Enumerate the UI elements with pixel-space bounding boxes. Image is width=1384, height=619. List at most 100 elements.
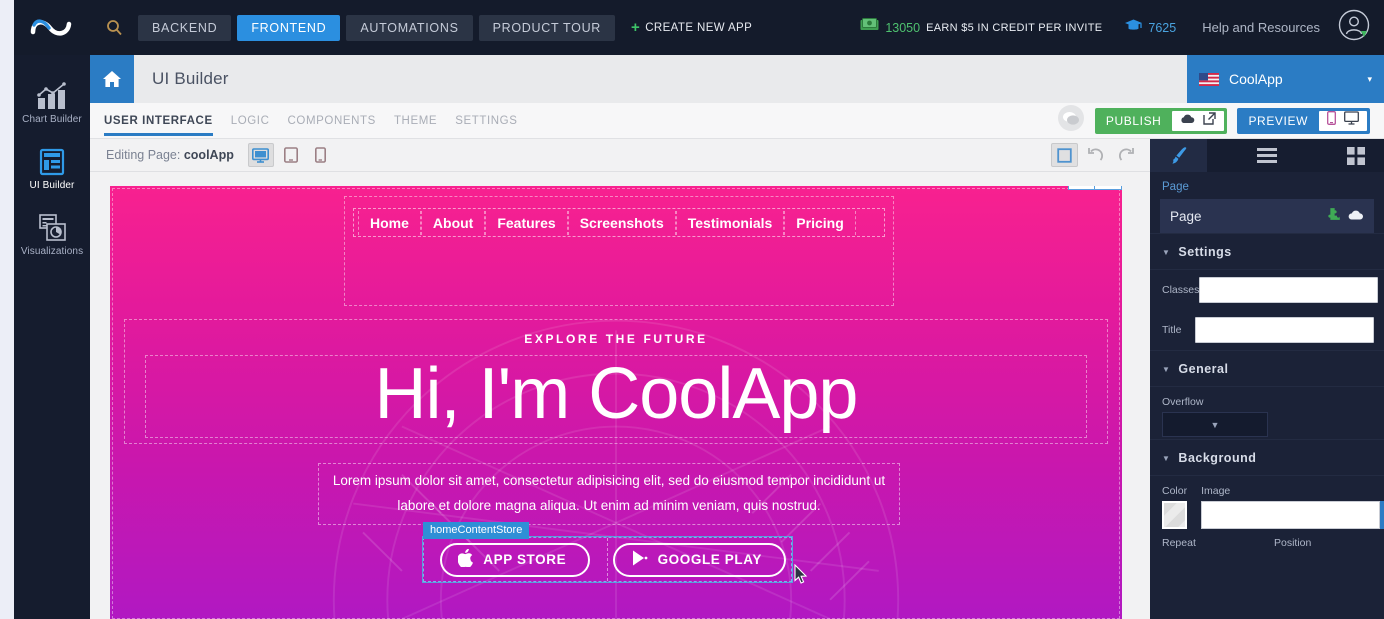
device-desktop-button[interactable] (247, 143, 274, 167)
puzzle-piece-icon[interactable] (1068, 186, 1095, 190)
redo-icon[interactable] (1113, 143, 1140, 167)
nav-link-pricing[interactable]: Pricing (784, 210, 856, 235)
sidebar-item-visualizations[interactable]: Visualizations (14, 201, 90, 267)
external-link-icon[interactable] (1203, 111, 1217, 130)
chart-builder-icon (16, 81, 88, 111)
tab-settings[interactable]: SETTINGS (455, 115, 517, 136)
chevron-down-icon: ▼ (1210, 419, 1220, 430)
image-input-row: ••• (1201, 501, 1384, 529)
section-background-title: Background (1178, 451, 1257, 465)
panel-toolbar (1150, 139, 1384, 172)
position-label: Position (1274, 537, 1312, 549)
grid-squares-icon[interactable] (1327, 139, 1384, 172)
color-label: Color (1162, 485, 1188, 497)
google-play-button[interactable]: GOOGLE PLAY (612, 542, 786, 577)
graduation-cap-icon (1124, 18, 1143, 38)
desktop-icon[interactable] (1344, 111, 1359, 130)
hero-title-container[interactable]: Hi, I'm CoolApp (145, 355, 1087, 439)
device-tablet-button[interactable] (278, 143, 304, 167)
page-canvas[interactable]: Home About Features Screenshots Testimon… (110, 186, 1122, 619)
nav-link-home[interactable]: Home (358, 210, 421, 235)
hero-block[interactable]: EXPLORE THE FUTURE Hi, I'm CoolApp (124, 319, 1108, 444)
section-settings[interactable]: ▼ Settings (1150, 233, 1384, 270)
title-input[interactable] (1195, 317, 1374, 343)
field-title: Title (1150, 310, 1384, 350)
editing-prefix: Editing Page: (106, 148, 181, 162)
puzzle-piece-icon[interactable] (1325, 207, 1340, 225)
preview-button[interactable]: PREVIEW (1237, 107, 1370, 134)
nav-link-about[interactable]: About (420, 210, 486, 235)
image-label: Image (1201, 485, 1231, 497)
hero-eyebrow: EXPLORE THE FUTURE (524, 332, 708, 346)
hero-paragraph[interactable]: Lorem ipsum dolor sit amet, consectetur … (318, 463, 900, 525)
image-browse-button[interactable]: ••• (1380, 501, 1384, 529)
chat-bubbles-icon[interactable] (1057, 104, 1085, 137)
nav-link-testimonials[interactable]: Testimonials (675, 210, 785, 235)
border-box-icon[interactable] (1051, 143, 1078, 167)
sidebar-item-label: Chart Builder (22, 114, 82, 125)
nav-button-automations[interactable]: AUTOMATIONS (346, 14, 473, 41)
section-background[interactable]: ▼ Background (1150, 439, 1384, 476)
user-avatar-icon[interactable] (1338, 9, 1370, 46)
tab-logic[interactable]: LOGIC (231, 115, 270, 136)
education-count: 7625 (1148, 20, 1177, 35)
credit-count: 13050 (885, 20, 921, 35)
sidebar-item-chart-builder[interactable]: Chart Builder (14, 69, 90, 135)
nav-link-screenshots[interactable]: Screenshots (567, 210, 676, 235)
help-and-resources-link[interactable]: Help and Resources (1202, 20, 1320, 35)
device-switcher (247, 143, 334, 167)
app-store-button[interactable]: APP STORE (440, 542, 591, 577)
section-settings-title: Settings (1178, 245, 1232, 259)
background-color-image-row: Color Image ••• (1150, 476, 1384, 529)
paint-brush-icon[interactable] (1150, 139, 1207, 172)
infinity-logo[interactable] (14, 15, 90, 41)
app-name-label: CoolApp (1229, 71, 1283, 87)
nav-link-features[interactable]: Features (485, 210, 568, 235)
section-general[interactable]: ▼ General (1150, 350, 1384, 387)
device-mobile-button[interactable] (308, 143, 334, 167)
selected-element-actions (1325, 207, 1364, 225)
background-repeat-position-row: Repeat Position (1150, 529, 1384, 553)
cloud-upload-icon[interactable] (1180, 112, 1195, 130)
search-icon[interactable] (90, 19, 138, 36)
field-bg-image: Image ••• (1201, 485, 1384, 529)
field-overflow: Overflow ▼ (1150, 387, 1384, 439)
site-nav-menu: Home About Features Screenshots Testimon… (353, 208, 885, 237)
mobile-icon[interactable] (1327, 111, 1336, 130)
properties-panel: Page Page ▼ Settings Classes Title ▼ Gen… (1150, 139, 1384, 619)
nav-button-product-tour[interactable]: PRODUCT TOUR (478, 14, 616, 41)
image-input[interactable] (1201, 501, 1381, 529)
tab-components[interactable]: COMPONENTS (288, 115, 376, 136)
hamburger-menu-icon[interactable] (1207, 139, 1327, 172)
selected-element-row[interactable]: Page (1160, 199, 1374, 233)
comment-bubble-icon[interactable] (1095, 186, 1122, 190)
tab-user-interface[interactable]: USER INTERFACE (104, 115, 213, 136)
ui-builder-icon (16, 147, 88, 177)
builder-tab-bar: USER INTERFACE LOGIC COMPONENTS THEME SE… (90, 103, 1384, 139)
classes-input[interactable] (1199, 277, 1379, 303)
left-sidebar: Chart Builder UI Builder Visualizations (14, 14, 90, 619)
visualizations-icon (16, 213, 88, 243)
app-selector-dropdown[interactable]: CoolApp ▾ (1187, 55, 1384, 103)
nav-button-frontend[interactable]: FRONTEND (237, 14, 341, 41)
nav-button-backend[interactable]: BACKEND (138, 14, 232, 41)
sidebar-item-label: UI Builder (29, 180, 75, 191)
tab-theme[interactable]: THEME (394, 115, 437, 136)
section-general-title: General (1178, 362, 1229, 376)
education-widget[interactable]: 7625 (1124, 18, 1176, 38)
create-new-app-button[interactable]: + CREATE NEW APP (631, 19, 752, 36)
chevron-down-icon: ▾ (1367, 73, 1372, 84)
undo-icon[interactable] (1082, 143, 1109, 167)
breadcrumb[interactable]: Page (1150, 172, 1384, 199)
cloud-icon[interactable] (1348, 209, 1364, 224)
credit-invite-widget[interactable]: 13050 EARN $5 IN CREDIT PER INVITE (860, 18, 1102, 37)
home-icon[interactable] (90, 55, 134, 103)
store-buttons-component[interactable]: APP STORE GOOGLE PLAY (422, 536, 793, 583)
color-swatch[interactable] (1162, 501, 1188, 529)
sidebar-item-ui-builder[interactable]: UI Builder (14, 135, 90, 201)
publish-button[interactable]: PUBLISH (1094, 107, 1228, 134)
editing-toolbar: Editing Page: coolApp (90, 139, 1150, 172)
overflow-select[interactable]: ▼ (1162, 412, 1268, 437)
us-flag-icon (1199, 72, 1219, 86)
hero-nav-container[interactable]: Home About Features Screenshots Testimon… (344, 196, 894, 306)
